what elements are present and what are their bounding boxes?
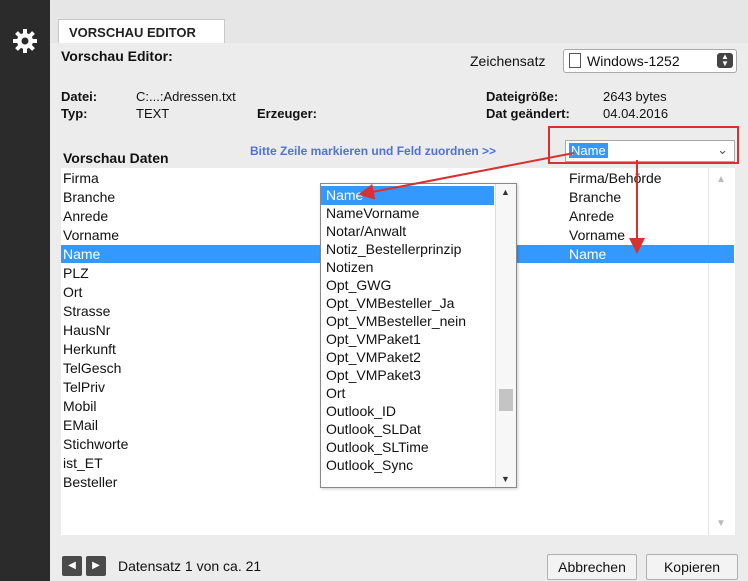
record-counter: Datensatz 1 von ca. 21 [118,558,262,574]
gear-icon[interactable] [11,27,39,55]
spinner-icon: ▲ ▼ [717,53,733,68]
scroll-thumb[interactable] [499,389,513,411]
selection-extension [706,245,734,263]
charset-select[interactable]: Windows-1252 ▲ ▼ [563,49,737,73]
prev-icon: ◀ [68,560,76,571]
datei-label: Datei: [61,89,98,104]
dropdown-option[interactable]: Ort [321,384,494,403]
charset-label: Zeichensatz [470,53,546,69]
dropdown-option-selected[interactable]: Name [321,186,494,205]
next-icon: ▶ [92,560,100,571]
scroll-down-icon[interactable]: ▼ [501,474,510,484]
datgeaendert-value: 04.04.2016 [603,106,669,121]
list-scrollbar[interactable]: ▲ ▼ [708,168,735,535]
dropdown-option[interactable]: Outlook_Sync [321,456,494,475]
dropdown-option[interactable]: Outlook_SLTime [321,438,494,457]
dropdown-option[interactable]: Opt_VMPaket1 [321,330,494,349]
assign-hint: Bitte Zeile markieren und Feld zuordnen … [250,144,497,158]
scroll-down-icon[interactable]: ▼ [716,518,726,529]
dropdown-option[interactable]: Opt_VMPaket3 [321,366,494,385]
typ-value: TEXT [136,106,170,121]
page-title: Vorschau Editor: [61,48,173,64]
erzeuger-label: Erzeuger: [257,106,317,121]
dropdown-option[interactable]: Opt_VMBesteller_nein [321,312,494,331]
datgeaendert-label: Dat geändert: [486,106,570,121]
dropdown-option[interactable]: Notizen [321,258,494,277]
dropdown-option[interactable]: Outlook_ID [321,402,494,421]
list-item[interactable]: Anrede [567,207,708,225]
dropdown-option[interactable]: Opt_VMPaket2 [321,348,494,367]
tab-label: VORSCHAU EDITOR [69,25,196,40]
typ-label: Typ: [61,106,88,121]
copy-button[interactable]: Kopieren [646,554,738,580]
dropdown-option[interactable]: Opt_GWG [321,276,494,295]
target-field-list[interactable]: Firma/Behörde Branche Anrede Vorname Nam… [567,168,708,535]
document-icon [569,53,581,68]
dropdown-scrollbar[interactable]: ▲ ▼ [495,184,516,487]
dropdown-option[interactable]: Opt_VMBesteller_Ja [321,294,494,313]
datei-value: C:...:Adressen.txt [136,89,236,104]
next-record-button[interactable]: ▶ [86,556,106,576]
list-item[interactable]: Branche [567,188,708,206]
sidebar [0,0,50,581]
field-dropdown[interactable]: Name NameVorname Notar/Anwalt Notiz_Best… [320,183,517,488]
scroll-up-icon[interactable]: ▲ [501,187,510,197]
dateigroesse-value: 2643 bytes [603,89,667,104]
tab-vorschau-editor[interactable]: VORSCHAU EDITOR [58,19,225,46]
dropdown-option[interactable]: Notar/Anwalt [321,222,494,241]
list-item[interactable]: Firma/Behörde [567,169,708,187]
dropdown-option[interactable]: Outlook_SLDat [321,420,494,439]
dropdown-option[interactable]: NameVorname [321,204,494,223]
highlight-box [548,126,739,164]
list-item-selected[interactable]: Name [567,245,708,263]
preview-heading: Vorschau Daten [63,150,169,166]
cancel-button[interactable]: Abbrechen [547,554,637,580]
charset-value: Windows-1252 [587,53,680,69]
prev-record-button[interactable]: ◀ [62,556,82,576]
scroll-up-icon[interactable]: ▲ [716,174,726,185]
dropdown-option[interactable]: Notiz_Bestellerprinzip [321,240,494,259]
dateigroesse-label: Dateigröße: [486,89,559,104]
list-item[interactable]: Vorname [567,226,708,244]
